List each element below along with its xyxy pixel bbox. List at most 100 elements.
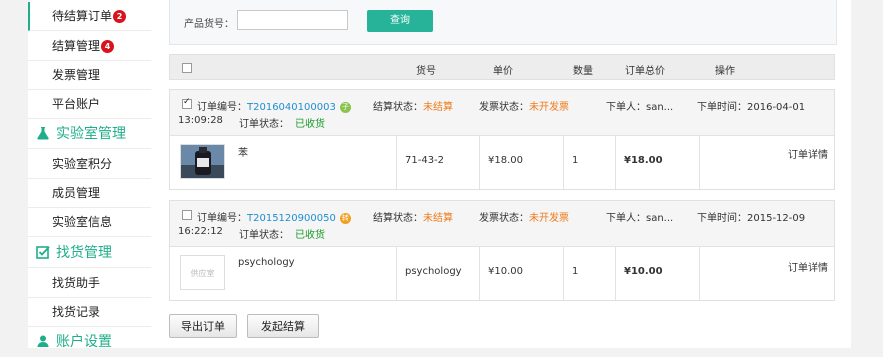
start-settlement-button[interactable]: 发起结算	[247, 314, 319, 338]
search-button[interactable]: 查询	[367, 10, 433, 32]
buyer-label: 下单人：	[606, 213, 646, 224]
search-label: 产品货号：	[184, 19, 234, 30]
order-item-row: 供应室 psychology psychology ¥10.00 1 ¥10.0…	[170, 247, 834, 300]
select-all-checkbox[interactable]	[182, 63, 192, 73]
product-thumbnail[interactable]: 供应室	[180, 255, 225, 290]
section-find-management: 找货管理	[28, 239, 151, 268]
order-time-clock: 13:09:28	[178, 115, 223, 126]
quantity-cell: 1	[564, 136, 616, 189]
invoice-status-field: 发票状态：未开发票	[479, 98, 569, 113]
buyer-field: 下单人：san...	[606, 98, 673, 113]
order-time-field: 下单时间：2016-04-01	[697, 98, 805, 113]
product-no-cell: 71-43-2	[397, 136, 480, 189]
sidebar-item-pending-orders[interactable]: 待结算订单 2	[28, 2, 151, 31]
sidebar-item-find-assistant[interactable]: 找货助手	[28, 269, 151, 298]
header-action: 操作	[715, 66, 735, 77]
order-status-value: 已收货	[295, 230, 325, 241]
order-no-link[interactable]: T2016040100003	[247, 102, 336, 113]
action-cell: 订单详情	[700, 247, 834, 300]
settle-status-field: 结算状态：未结算	[373, 209, 453, 224]
order-status-field: 订单状态： 已收货	[239, 226, 325, 241]
total-cell: ¥10.00	[616, 247, 700, 300]
order-header: 订单编号：T2015120900050 转 结算状态：未结算 发票状态：未开发票 …	[170, 201, 834, 247]
header-product-no: 货号	[416, 66, 436, 77]
order-status-field: 订单状态： 已收货	[239, 115, 325, 130]
sidebar-item-invoice[interactable]: 发票管理	[28, 61, 151, 90]
header-unit-price: 单价	[493, 66, 513, 77]
sidebar-item-label: 结算管理	[52, 39, 101, 53]
order-checkbox[interactable]	[182, 210, 192, 220]
quantity: 1	[572, 155, 579, 166]
settle-status-label: 结算状态：	[373, 102, 423, 113]
product-no: 71-43-2	[405, 155, 445, 166]
buyer-value: san...	[646, 102, 674, 113]
unit-price: ¥10.00	[488, 266, 523, 277]
sidebar-item-label: 平台账户	[52, 97, 101, 111]
settle-status-label: 结算状态：	[373, 213, 423, 224]
sidebar: 待结算订单 2 结算管理 4 发票管理 平台账户 实验室管理 实验室积分 成员管理 …	[28, 0, 152, 350]
invoice-status-label: 发票状态：	[479, 102, 529, 113]
product-no: psychology	[405, 266, 462, 277]
order-no-link[interactable]: T2015120900050	[247, 213, 336, 224]
sidebar-item-lab-points[interactable]: 实验室积分	[28, 150, 151, 179]
buyer-value: san...	[646, 213, 674, 224]
sidebar-item-label: 实验室信息	[52, 215, 113, 229]
order-time-clock: 16:22:12	[178, 226, 223, 237]
order-detail-link[interactable]: 订单详情	[788, 146, 828, 161]
sidebar-item-lab-info[interactable]: 实验室信息	[28, 208, 151, 237]
table-header: 货号 单价 数量 订单总价 操作	[169, 54, 835, 80]
order-no-field: 订单编号：T2016040100003 子	[197, 98, 351, 113]
right-margin	[851, 0, 883, 348]
order-detail-link[interactable]: 订单详情	[788, 259, 828, 274]
product-name-link[interactable]: 苯	[238, 144, 248, 159]
sidebar-item-settlement[interactable]: 结算管理 4	[28, 32, 151, 61]
order-card: 订单编号：T2015120900050 转 结算状态：未结算 发票状态：未开发票 …	[169, 200, 835, 301]
invoice-status-label: 发票状态：	[479, 213, 529, 224]
sidebar-item-label: 发票管理	[52, 68, 101, 82]
product-cell: 供应室 psychology	[170, 247, 397, 300]
order-time-label: 下单时间：	[697, 213, 747, 224]
order-checkbox[interactable]	[182, 97, 192, 109]
thumbnail-placeholder-logo: 供应室	[190, 269, 215, 278]
count-badge: 2	[113, 10, 127, 23]
section-title: 实验室管理	[56, 126, 126, 142]
order-no-field: 订单编号：T2015120900050 转	[197, 209, 351, 224]
order-time-label: 下单时间：	[697, 102, 747, 113]
user-icon	[37, 335, 49, 347]
sidebar-item-label: 待结算订单	[52, 9, 113, 23]
product-no-input[interactable]	[237, 10, 348, 30]
unit-price: ¥18.00	[488, 155, 523, 166]
sidebar-item-platform-account[interactable]: 平台账户	[28, 90, 151, 119]
settle-status-value: 未结算	[423, 102, 453, 113]
action-cell: 订单详情	[700, 136, 834, 189]
count-badge: 4	[101, 40, 115, 53]
order-time-field: 下单时间：2015-12-09	[697, 209, 805, 224]
flask-icon	[37, 127, 49, 140]
invoice-status-field: 发票状态：未开发票	[479, 209, 569, 224]
order-status-value: 已收货	[295, 119, 325, 130]
search-panel: 产品货号： 查询	[169, 0, 837, 45]
sidebar-item-label: 找货助手	[52, 276, 101, 290]
product-cell: 苯	[170, 136, 397, 189]
checkbox-icon	[36, 246, 50, 259]
order-card: 订单编号：T2016040100003子 结算状态：未结算 发票状态：未开发票 …	[169, 89, 835, 190]
sidebar-item-label: 实验室积分	[52, 157, 113, 171]
section-account-settings: 账户设置	[28, 328, 151, 357]
sidebar-item-label: 找货记录	[52, 305, 101, 319]
total-cell: ¥18.00	[616, 136, 700, 189]
sidebar-item-members[interactable]: 成员管理	[28, 179, 151, 208]
unit-price-cell: ¥10.00	[480, 247, 564, 300]
product-thumbnail[interactable]	[180, 144, 225, 179]
settle-status-value: 未结算	[423, 213, 453, 224]
order-status-label: 订单状态：	[239, 230, 289, 241]
product-no-cell: psychology	[397, 247, 480, 300]
product-name-link[interactable]: psychology	[238, 257, 295, 268]
order-total: ¥10.00	[624, 266, 663, 277]
order-header: 订单编号：T2016040100003子 结算状态：未结算 发票状态：未开发票 …	[170, 90, 834, 136]
order-date-value: 2015-12-09	[747, 213, 806, 224]
main-content: 产品货号： 查询 货号 单价 数量 订单总价 操作 订单编号：T20160401…	[151, 0, 851, 348]
export-orders-button[interactable]: 导出订单	[169, 314, 237, 338]
header-quantity: 数量	[573, 66, 593, 77]
sidebar-item-find-history[interactable]: 找货记录	[28, 298, 151, 327]
settle-status-field: 结算状态：未结算	[373, 98, 453, 113]
